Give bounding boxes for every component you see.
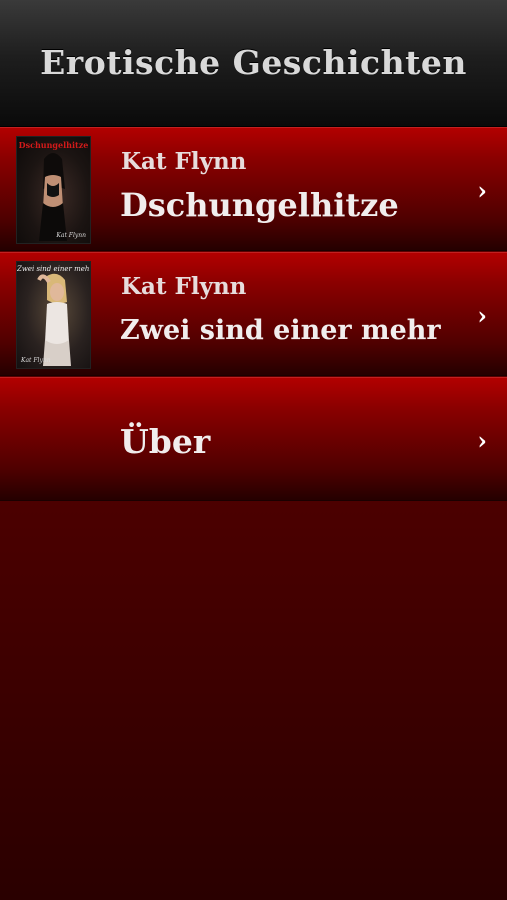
cover-author-text: Kat Flynn xyxy=(56,232,86,239)
book-cover-image: Dschungelhitze Kat Flynn xyxy=(16,136,91,244)
book-author: Kat Flynn xyxy=(121,273,247,300)
list-item-book-zwei-sind-einer-mehr[interactable]: Zwei sind einer mehr Kat Flynn Kat Flynn… xyxy=(0,252,507,376)
app-screen: Erotische Geschichten Dschungelhitze Kat… xyxy=(0,0,507,900)
page-title: Erotische Geschichten xyxy=(40,43,467,82)
book-cover-image: Zwei sind einer mehr Kat Flynn xyxy=(16,261,91,369)
about-label: Über xyxy=(120,422,211,461)
chevron-right-icon: › xyxy=(477,176,487,205)
book-title: Dschungelhitze xyxy=(120,186,399,224)
chevron-right-icon: › xyxy=(477,301,487,330)
cover-title-text: Zwei sind einer mehr xyxy=(17,265,90,273)
cover-figure-illustration xyxy=(37,273,71,366)
list-item-about[interactable]: Über › xyxy=(0,377,507,501)
chevron-right-icon: › xyxy=(477,426,487,455)
cover-author-text: Kat Flynn xyxy=(21,357,51,364)
cover-title-text: Dschungelhitze xyxy=(18,140,89,150)
book-title: Zwei sind einer mehr xyxy=(120,315,441,346)
book-author: Kat Flynn xyxy=(121,148,247,175)
cover-figure-illustration xyxy=(39,153,67,241)
list-item-book-dschungelhitze[interactable]: Dschungelhitze Kat Flynn Kat Flynn Dschu… xyxy=(0,127,507,251)
navigation-bar: Erotische Geschichten xyxy=(0,0,507,127)
